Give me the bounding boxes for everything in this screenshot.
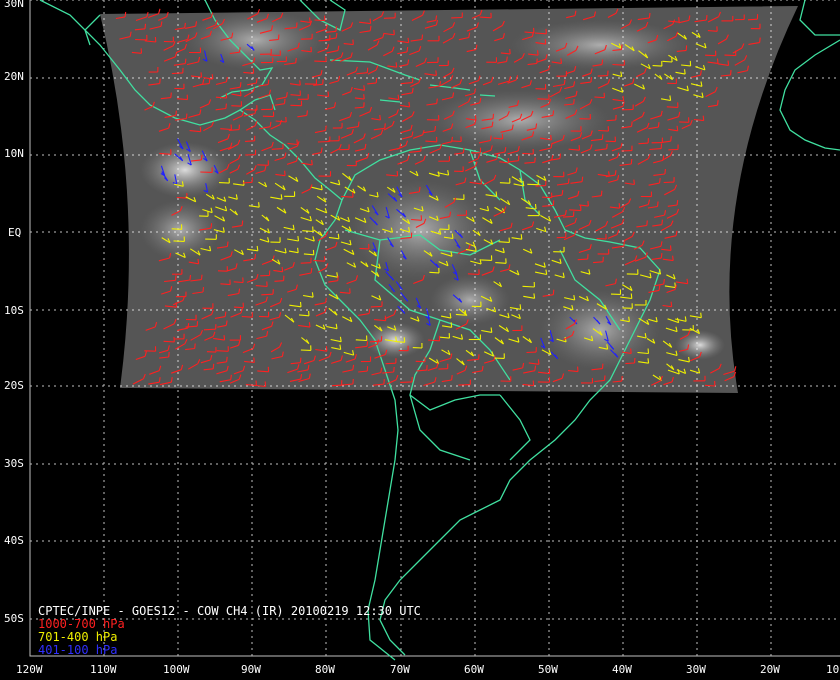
lon-label-90w: 90W — [241, 663, 261, 676]
lat-label-20s: 20S — [4, 379, 24, 392]
lon-label-110w: 110W — [90, 663, 117, 676]
lon-label-10: 10 — [826, 663, 840, 676]
lon-label-60w: 60W — [464, 663, 484, 676]
lat-label-40s: 40S — [4, 534, 24, 547]
lon-label-100w: 100W — [163, 663, 190, 676]
lon-label-70w: 70W — [390, 663, 410, 676]
lon-label-40w: 40W — [612, 663, 632, 676]
lon-label-20w: 20W — [760, 663, 780, 676]
lat-label-10n: 10N — [4, 147, 24, 160]
lat-label-20n: 20N — [4, 70, 24, 83]
lon-label-120w: 120W — [16, 663, 43, 676]
lat-label-eq: EQ — [8, 226, 22, 239]
lat-label-30n: 30N — [4, 0, 24, 10]
lat-label-50s: 50S — [4, 612, 24, 625]
lon-label-80w: 80W — [315, 663, 335, 676]
lat-label-10s: 10S — [4, 304, 24, 317]
map-canvas — [29, 0, 840, 661]
lon-label-50w: 50W — [538, 663, 558, 676]
satellite-wind-map: 30N 20N 10N EQ 10S 20S 30S 40S 50S 120W … — [0, 0, 840, 680]
lat-label-30s: 30S — [4, 457, 24, 470]
lon-label-30w: 30W — [686, 663, 706, 676]
legend-high-level: 401-100 hPa — [38, 643, 118, 657]
